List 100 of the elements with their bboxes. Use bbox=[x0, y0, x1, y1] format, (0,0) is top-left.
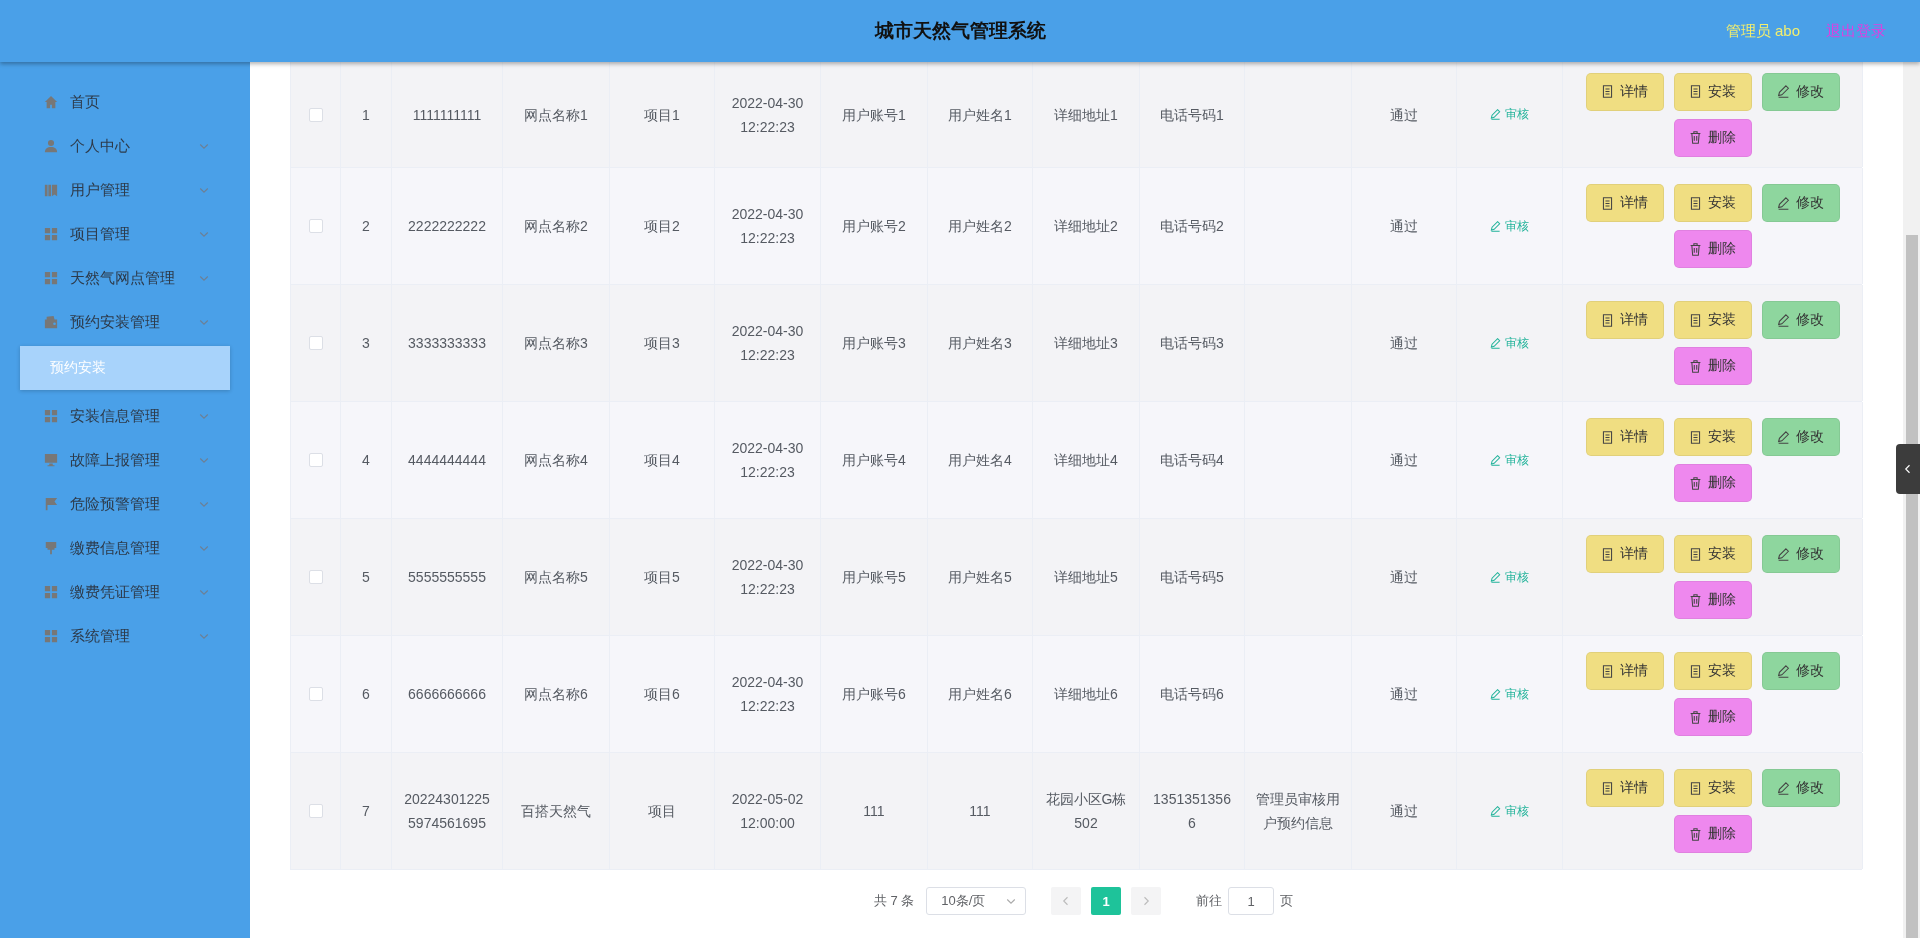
row-checkbox[interactable] bbox=[308, 219, 323, 233]
grid-icon bbox=[44, 629, 58, 643]
pencil-icon bbox=[1490, 688, 1501, 700]
document-icon bbox=[1601, 85, 1614, 98]
row-checkbox[interactable] bbox=[308, 336, 323, 350]
collapse-tab[interactable] bbox=[1896, 444, 1920, 494]
table-cell-text: 用户姓名3 bbox=[948, 334, 1012, 353]
table-cell-text: 详细地址2 bbox=[1054, 217, 1118, 236]
install-button[interactable]: 安装 bbox=[1673, 769, 1752, 807]
menu-item[interactable]: 缴费凭证管理 bbox=[0, 570, 250, 614]
table-cell-text: 网点名称1 bbox=[524, 105, 588, 125]
detail-button[interactable]: 详情 bbox=[1585, 72, 1664, 111]
install-button[interactable]: 安装 bbox=[1673, 418, 1752, 456]
next-page-button[interactable] bbox=[1131, 887, 1162, 915]
detail-button[interactable]: 详情 bbox=[1585, 769, 1664, 807]
menu-item[interactable]: 安装信息管理 bbox=[0, 394, 250, 438]
table-cell-text: 详细地址1 bbox=[1054, 105, 1118, 125]
delete-button[interactable]: 删除 bbox=[1673, 347, 1752, 385]
table-cell-text: 项目2 bbox=[644, 217, 680, 236]
pencil-icon bbox=[1777, 781, 1790, 795]
table-cell-text: 项目6 bbox=[644, 685, 680, 704]
menu-item[interactable]: 故障上报管理 bbox=[0, 438, 250, 482]
table-cell-text: 网点名称5 bbox=[524, 568, 588, 587]
table-cell-text: 通过 bbox=[1390, 568, 1418, 587]
install-button[interactable]: 安装 bbox=[1673, 652, 1752, 690]
page-suffix: 页 bbox=[1280, 892, 1294, 910]
table-cell-text: 电话号码3 bbox=[1160, 334, 1224, 353]
edit-button[interactable]: 修改 bbox=[1761, 652, 1840, 690]
table-cell-text: 项目 bbox=[648, 802, 676, 821]
edit-button[interactable]: 修改 bbox=[1761, 184, 1840, 222]
install-button[interactable]: 安装 bbox=[1673, 184, 1752, 222]
scrollbar-thumb[interactable] bbox=[1906, 235, 1918, 938]
table-cell-text: 2222222222 bbox=[408, 217, 486, 236]
detail-button[interactable]: 详情 bbox=[1585, 652, 1664, 690]
pencil-icon bbox=[1777, 313, 1790, 327]
table-cell-text: 百搭天然气 bbox=[521, 802, 591, 821]
install-button[interactable]: 安装 bbox=[1673, 72, 1752, 111]
install-button[interactable]: 安装 bbox=[1673, 301, 1752, 339]
detail-button[interactable]: 详情 bbox=[1585, 535, 1664, 573]
menu-item[interactable]: 危险预警管理 bbox=[0, 482, 250, 526]
previous-page-button[interactable] bbox=[1051, 887, 1082, 915]
edit-button[interactable]: 修改 bbox=[1761, 418, 1840, 456]
table-cell-text: 13513513566 bbox=[1152, 790, 1232, 833]
delete-button[interactable]: 删除 bbox=[1673, 581, 1752, 619]
table-cell-text: 用户账号5 bbox=[842, 568, 906, 587]
edit-button[interactable]: 修改 bbox=[1761, 535, 1840, 573]
menu-item[interactable]: 项目管理 bbox=[0, 212, 250, 256]
pencil-icon bbox=[1490, 109, 1501, 120]
menu-item[interactable]: 天然气网点管理 bbox=[0, 256, 250, 300]
pencil-icon bbox=[1777, 547, 1790, 561]
delete-button[interactable]: 删除 bbox=[1673, 698, 1752, 736]
document-icon bbox=[1601, 430, 1614, 444]
table-cell-text: 详细地址6 bbox=[1054, 685, 1118, 704]
edit-button[interactable]: 修改 bbox=[1761, 769, 1840, 807]
edit-button[interactable]: 修改 bbox=[1761, 72, 1840, 111]
table-cell-text: 项目1 bbox=[644, 105, 680, 125]
table-cell-text: 通过 bbox=[1390, 334, 1418, 353]
row-checkbox[interactable] bbox=[308, 570, 323, 584]
grid-icon bbox=[44, 409, 58, 423]
row-checkbox[interactable] bbox=[308, 453, 323, 467]
trash-icon bbox=[1689, 242, 1702, 256]
menu-item[interactable]: 系统管理 bbox=[0, 614, 250, 658]
delete-button[interactable]: 删除 bbox=[1673, 815, 1752, 853]
delete-button[interactable]: 删除 bbox=[1673, 464, 1752, 502]
table-cell-text: 用户姓名5 bbox=[948, 568, 1012, 587]
detail-button[interactable]: 详情 bbox=[1585, 184, 1664, 222]
trash-icon bbox=[1689, 359, 1702, 373]
pencil-icon bbox=[1490, 337, 1501, 349]
admin-name: 管理员 abo bbox=[1725, 21, 1800, 41]
menu-item[interactable]: 用户管理 bbox=[0, 168, 250, 212]
menu-item[interactable]: 预约安装管理 bbox=[0, 300, 250, 344]
detail-button[interactable]: 详情 bbox=[1585, 301, 1664, 339]
row-checkbox[interactable] bbox=[308, 804, 323, 818]
install-button[interactable]: 安装 bbox=[1673, 535, 1752, 573]
document-icon bbox=[1601, 196, 1614, 210]
document-icon bbox=[1689, 547, 1702, 561]
delete-button[interactable]: 删除 bbox=[1673, 230, 1752, 268]
table-cell-text: 6666666666 bbox=[408, 685, 486, 704]
row-checkbox[interactable] bbox=[308, 107, 323, 122]
table-cell-text: 用户账号2 bbox=[842, 217, 906, 236]
trash-icon bbox=[1689, 593, 1702, 607]
page-input[interactable]: 1 bbox=[1228, 887, 1275, 915]
menu-item[interactable]: 个人中心 bbox=[0, 124, 250, 168]
document-icon bbox=[1689, 85, 1702, 98]
total-count: 共 7 条 bbox=[873, 892, 915, 910]
delete-button[interactable]: 删除 bbox=[1673, 118, 1752, 157]
pencil-icon bbox=[1777, 664, 1790, 678]
menu-item[interactable]: 首页 bbox=[0, 80, 250, 124]
document-icon bbox=[1689, 196, 1702, 210]
row-checkbox[interactable] bbox=[308, 687, 323, 701]
pencil-icon bbox=[1777, 196, 1790, 210]
table-cell-text: 网点名称6 bbox=[524, 685, 588, 704]
scrollbar[interactable] bbox=[1903, 62, 1920, 938]
menu-item[interactable]: 缴费信息管理 bbox=[0, 526, 250, 570]
detail-button[interactable]: 详情 bbox=[1585, 418, 1664, 456]
page-size-select[interactable]: 10条/页 bbox=[926, 887, 1027, 915]
table-cell-text: 2022-04-30 12:22:23 bbox=[730, 322, 805, 365]
table-cell-text: 项目3 bbox=[644, 334, 680, 353]
table-cell-text: 111 bbox=[969, 802, 991, 821]
edit-button[interactable]: 修改 bbox=[1761, 301, 1840, 339]
